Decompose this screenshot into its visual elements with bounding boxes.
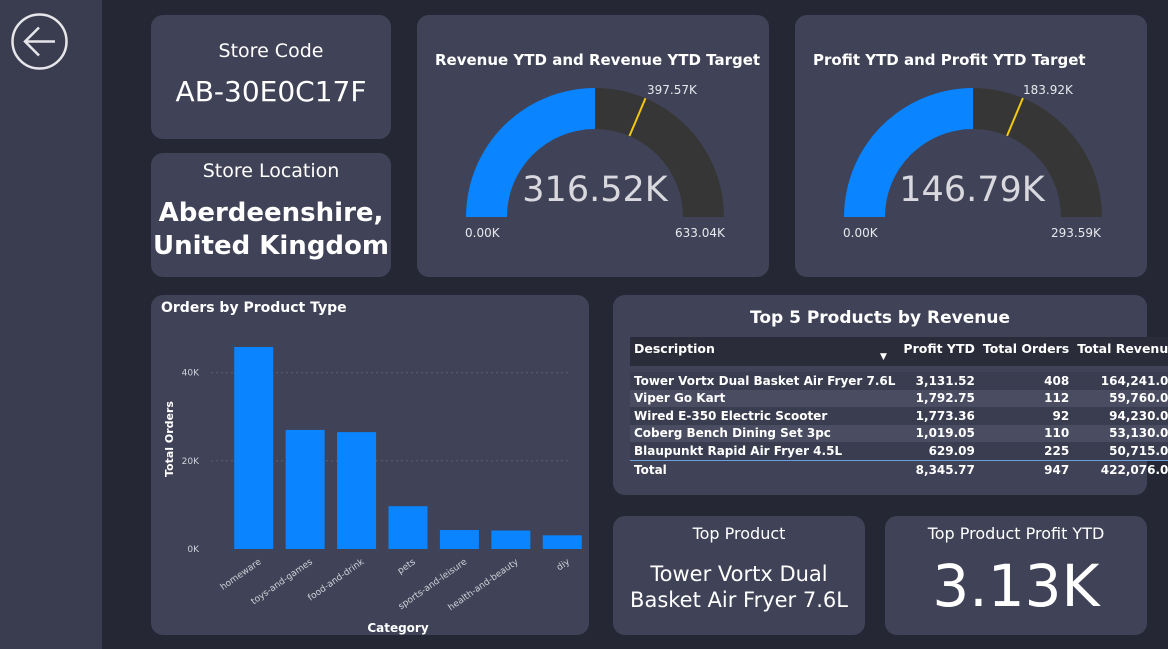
cell-profit-ytd: 1,773.36 <box>899 407 979 425</box>
header-total-revenue[interactable]: Total Revenue <box>1073 337 1168 366</box>
total-revenue: 422,076.00 <box>1073 459 1168 479</box>
cell-description: Wired E-350 Electric Scooter <box>630 407 900 425</box>
cell-total-revenue: 50,715.00 <box>1073 442 1168 460</box>
top5-table-card: Top 5 Products by Revenue Description Pr… <box>613 295 1168 495</box>
x-axis-title: Category <box>367 621 429 635</box>
cell-profit-ytd: 1,792.75 <box>899 389 979 407</box>
top-product-title: Top Product <box>692 524 786 543</box>
table-row[interactable]: Blaupunkt Rapid Air Fryer 4.5L 629.09 225 5… <box>630 442 1168 460</box>
header-description[interactable]: Description <box>630 337 900 366</box>
top-product-profit-title: Top Product Profit YTD <box>927 524 1105 543</box>
cell-total-revenue: 94,230.00 <box>1073 407 1168 425</box>
total-label: Total <box>630 459 900 479</box>
cell-total-revenue: 164,241.00 <box>1073 372 1168 390</box>
top5-title: Top 5 Products by Revenue <box>749 308 1011 328</box>
cell-description: Viper Go Kart <box>630 389 900 407</box>
orders-chart-card: Orders by Product Type 0K 20K 40K homeware t… <box>151 295 589 635</box>
cell-profit-ytd: 3,131.52 <box>899 372 979 390</box>
table-row[interactable]: Wired E-350 Electric Scooter 1,773.36 92 94… <box>630 407 1168 425</box>
cell-profit-ytd: 1,019.05 <box>899 424 979 442</box>
top-product-card: Top Product Tower Vortx Dual Basket Air … <box>613 516 865 635</box>
bar[interactable] <box>542 535 582 549</box>
table-row[interactable]: Coberg Bench Dining Set 3pc 1,019.05 110 53… <box>630 424 1168 442</box>
total-profit-ytd: 8,345.77 <box>899 459 979 479</box>
revenue-min-label: 0.00K <box>465 226 500 240</box>
bar[interactable] <box>285 429 325 549</box>
sort-desc-icon[interactable]: ▼ <box>880 352 887 362</box>
table-total-row: Total8,345.77947422,076.00 <box>630 459 1168 479</box>
cell-total-orders: 112 <box>978 389 1074 407</box>
bar[interactable] <box>388 506 428 549</box>
orders-bar-chart: 0K20K40Khomewaretoys-and-gamesfood-and-d… <box>163 347 582 635</box>
cell-total-orders: 92 <box>978 407 1074 425</box>
cell-total-orders: 408 <box>978 372 1074 390</box>
store-code-card: Store Code AB-30E0C17F <box>151 15 391 139</box>
cell-description: Blaupunkt Rapid Air Fryer 4.5L <box>630 442 900 460</box>
x-tick-label: homeware <box>219 557 264 593</box>
store-location-card: Store Location Aberdeenshire, United Kin… <box>151 153 391 277</box>
sidebar <box>0 0 102 649</box>
cell-total-revenue: 59,760.00 <box>1073 389 1168 407</box>
top-product-line2: Basket Air Fryer 7.6L <box>630 588 848 612</box>
top5-table: Description Profit YTD Total Orders Tota… <box>630 337 1168 479</box>
bar[interactable] <box>337 432 377 549</box>
revenue-max-label: 633.04K <box>675 226 725 240</box>
revenue-target-label: 397.57K <box>647 83 697 97</box>
x-tick-label: diy <box>555 557 572 573</box>
top-product-profit-card: Top Product Profit YTD 3.13K <box>885 516 1147 635</box>
revenue-gauge-card: Revenue YTD and Revenue YTD Target 316.5… <box>417 15 769 277</box>
back-button[interactable] <box>11 13 68 70</box>
x-tick-label: pets <box>396 557 418 577</box>
cell-description: Coberg Bench Dining Set 3pc <box>630 424 900 442</box>
profit-gauge-card: Profit YTD and Profit YTD Target 146.79K… <box>795 15 1147 277</box>
bar[interactable] <box>491 530 531 549</box>
top-product-profit-value: 3.13K <box>932 552 1100 620</box>
y-axis-title: Total Orders <box>163 401 176 477</box>
cell-description: Tower Vortx Dual Basket Air Fryer 7.6L <box>630 372 900 390</box>
y-tick-label: 0K <box>187 545 200 555</box>
store-location-title: Store Location <box>202 160 340 182</box>
bar[interactable] <box>234 347 274 549</box>
profit-min-label: 0.00K <box>843 226 878 240</box>
profit-value: 146.79K <box>899 170 1045 210</box>
store-code-value: AB-30E0C17F <box>175 75 367 108</box>
profit-target-label: 183.92K <box>1023 83 1073 97</box>
profit-max-label: 293.59K <box>1051 226 1101 240</box>
store-code-title: Store Code <box>218 40 324 62</box>
cell-total-revenue: 53,130.00 <box>1073 424 1168 442</box>
revenue-value: 316.52K <box>522 170 668 210</box>
cell-total-orders: 225 <box>978 442 1074 460</box>
table-row[interactable]: Viper Go Kart1,792.7511259,760.00 <box>630 389 1168 407</box>
cell-profit-ytd: 629.09 <box>899 442 979 460</box>
bar[interactable] <box>439 530 479 549</box>
table-row[interactable]: Tower Vortx Dual Basket Air Fryer 7.6L 3,… <box>630 372 1168 390</box>
store-location-line1: Aberdeenshire, <box>158 198 384 228</box>
x-tick-label: food-and-drink <box>306 557 367 604</box>
table-header-row: Description Profit YTD Total Orders Tota… <box>630 337 1168 366</box>
cell-total-orders: 110 <box>978 424 1074 442</box>
top-product-line1: Tower Vortx Dual <box>650 562 828 586</box>
y-tick-label: 40K <box>182 369 200 379</box>
header-profit-ytd[interactable]: Profit YTD <box>899 337 979 366</box>
total-orders: 947 <box>978 459 1074 479</box>
y-tick-label: 20K <box>182 457 200 467</box>
back-arrow-icon <box>11 13 68 70</box>
store-location-line2: United Kingdom <box>152 231 389 261</box>
header-total-orders[interactable]: Total Orders <box>978 337 1074 366</box>
